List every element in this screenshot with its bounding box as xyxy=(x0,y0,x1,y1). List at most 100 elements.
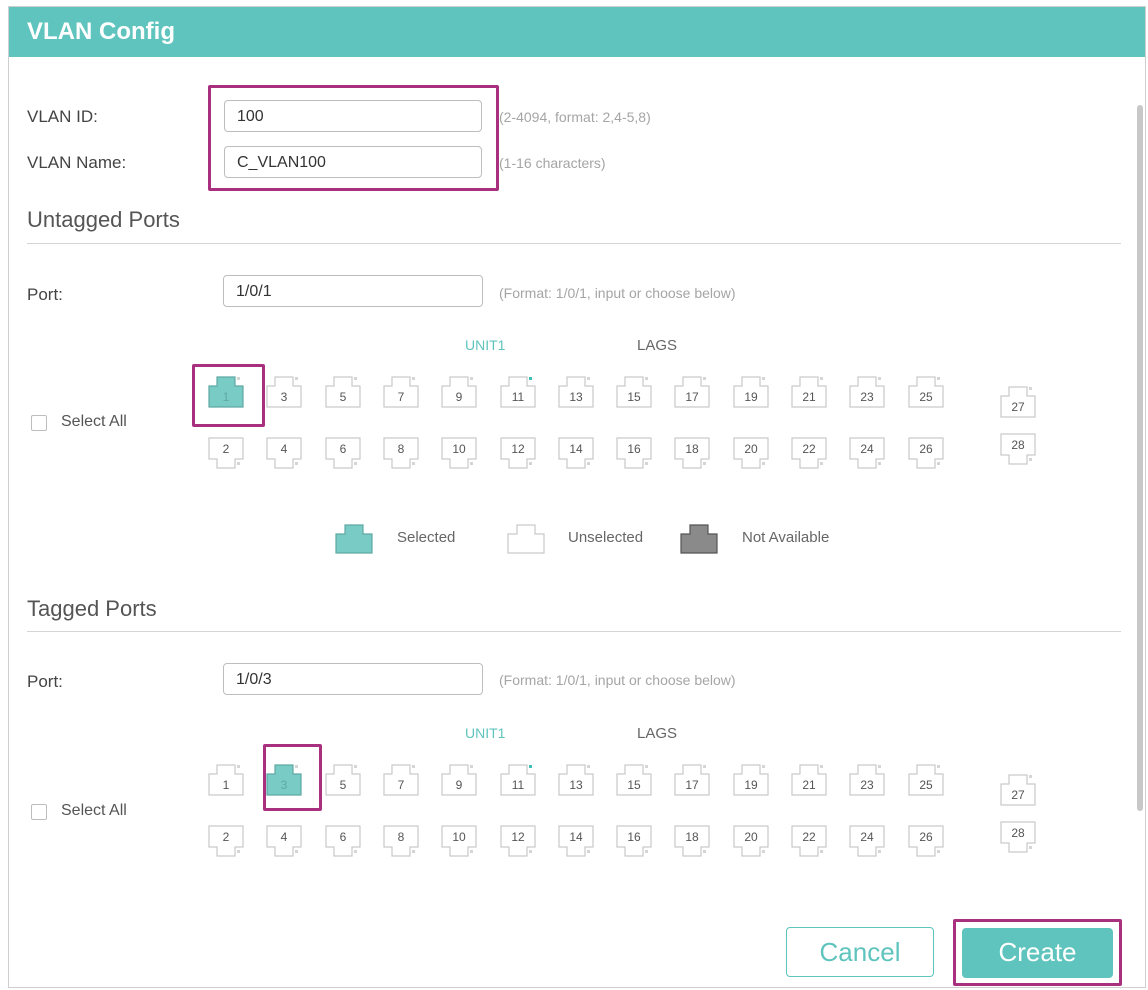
dialog-title: VLAN Config xyxy=(9,7,1145,57)
port-8[interactable]: 8 xyxy=(382,822,420,860)
tagged-port-input[interactable]: 1/0/3 xyxy=(223,663,483,695)
port-20[interactable]: 20 xyxy=(732,434,770,472)
svg-text:3: 3 xyxy=(281,390,288,404)
port-25[interactable]: 25 xyxy=(907,761,945,799)
port-7[interactable]: 7 xyxy=(382,761,420,799)
svg-text:16: 16 xyxy=(627,830,641,844)
svg-text:4: 4 xyxy=(281,830,288,844)
port-24[interactable]: 24 xyxy=(848,822,886,860)
svg-text:14: 14 xyxy=(569,830,583,844)
port-1[interactable]: 1 xyxy=(207,761,245,799)
port-9[interactable]: 9 xyxy=(440,761,478,799)
svg-text:6: 6 xyxy=(339,442,346,456)
port-17[interactable]: 17 xyxy=(673,373,711,411)
port-26[interactable]: 26 xyxy=(907,822,945,860)
svg-text:10: 10 xyxy=(453,442,467,456)
port-25[interactable]: 25 xyxy=(907,373,945,411)
svg-text:16: 16 xyxy=(627,442,641,456)
lag-port-28[interactable]: 28 xyxy=(999,430,1037,468)
port-11[interactable]: 11 xyxy=(499,373,537,411)
port-10[interactable]: 10 xyxy=(440,822,478,860)
svg-text:5: 5 xyxy=(339,778,346,792)
untagged-port-hint: (Format: 1/0/1, input or choose below) xyxy=(499,285,736,301)
untagged-select-all-checkbox[interactable] xyxy=(31,415,47,431)
untagged-port-input[interactable]: 1/0/1 xyxy=(223,275,483,307)
port-19[interactable]: 19 xyxy=(732,761,770,799)
port-14[interactable]: 14 xyxy=(557,822,595,860)
svg-text:2: 2 xyxy=(223,830,230,844)
port-2[interactable]: 2 xyxy=(207,434,245,472)
port-4[interactable]: 4 xyxy=(265,822,303,860)
tagged-ports-title: Tagged Ports xyxy=(27,596,157,621)
port-16[interactable]: 16 xyxy=(615,434,653,472)
tagged-divider xyxy=(27,631,1121,632)
legend-not-available-icon xyxy=(679,519,718,557)
highlight-untagged-port-1 xyxy=(192,364,265,427)
port-12[interactable]: 12 xyxy=(499,822,537,860)
port-8[interactable]: 8 xyxy=(382,434,420,472)
legend-not-available-label: Not Available xyxy=(742,529,830,546)
port-5[interactable]: 5 xyxy=(324,373,362,411)
port-13[interactable]: 13 xyxy=(557,761,595,799)
svg-text:18: 18 xyxy=(686,830,700,844)
highlight-create-button xyxy=(953,919,1122,986)
tagged-unit-label: UNIT1 xyxy=(465,725,506,741)
port-22[interactable]: 22 xyxy=(790,434,828,472)
vlan-config-dialog: VLAN Config VLAN ID: 100 (2-4094, format… xyxy=(8,6,1146,988)
svg-text:22: 22 xyxy=(802,442,816,456)
legend-selected-label: Selected xyxy=(397,529,456,546)
port-9[interactable]: 9 xyxy=(440,373,478,411)
vlan-id-hint: (2-4094, format: 2,4-5,8) xyxy=(499,109,651,125)
lag-port-27[interactable]: 27 xyxy=(999,383,1037,421)
svg-text:6: 6 xyxy=(339,830,346,844)
port-7[interactable]: 7 xyxy=(382,373,420,411)
svg-text:25: 25 xyxy=(919,390,933,404)
port-6[interactable]: 6 xyxy=(324,434,362,472)
svg-text:7: 7 xyxy=(398,390,405,404)
svg-text:15: 15 xyxy=(627,390,641,404)
port-21[interactable]: 21 xyxy=(790,761,828,799)
port-6[interactable]: 6 xyxy=(324,822,362,860)
scrollbar[interactable] xyxy=(1137,105,1143,811)
port-24[interactable]: 24 xyxy=(848,434,886,472)
svg-text:7: 7 xyxy=(398,778,405,792)
port-2[interactable]: 2 xyxy=(207,822,245,860)
port-17[interactable]: 17 xyxy=(673,761,711,799)
cancel-button[interactable]: Cancel xyxy=(786,927,934,977)
svg-text:25: 25 xyxy=(919,778,933,792)
svg-text:15: 15 xyxy=(627,778,641,792)
svg-text:18: 18 xyxy=(686,442,700,456)
svg-text:17: 17 xyxy=(686,390,700,404)
port-21[interactable]: 21 xyxy=(790,373,828,411)
lag-port-28[interactable]: 28 xyxy=(999,818,1037,856)
port-22[interactable]: 22 xyxy=(790,822,828,860)
port-18[interactable]: 18 xyxy=(673,822,711,860)
svg-text:20: 20 xyxy=(744,442,758,456)
svg-text:9: 9 xyxy=(456,390,463,404)
port-19[interactable]: 19 xyxy=(732,373,770,411)
svg-text:10: 10 xyxy=(453,830,467,844)
svg-text:24: 24 xyxy=(861,830,875,844)
port-23[interactable]: 23 xyxy=(848,373,886,411)
port-10[interactable]: 10 xyxy=(440,434,478,472)
port-20[interactable]: 20 xyxy=(732,822,770,860)
port-15[interactable]: 15 xyxy=(615,373,653,411)
port-5[interactable]: 5 xyxy=(324,761,362,799)
port-16[interactable]: 16 xyxy=(615,822,653,860)
vlan-id-label: VLAN ID: xyxy=(27,107,98,126)
port-12[interactable]: 12 xyxy=(499,434,537,472)
port-13[interactable]: 13 xyxy=(557,373,595,411)
port-4[interactable]: 4 xyxy=(265,434,303,472)
port-26[interactable]: 26 xyxy=(907,434,945,472)
tagged-port-label: Port: xyxy=(27,672,63,691)
port-15[interactable]: 15 xyxy=(615,761,653,799)
tagged-select-all-checkbox[interactable] xyxy=(31,804,47,820)
port-18[interactable]: 18 xyxy=(673,434,711,472)
port-11[interactable]: 11 xyxy=(499,761,537,799)
port-23[interactable]: 23 xyxy=(848,761,886,799)
port-14[interactable]: 14 xyxy=(557,434,595,472)
port-3[interactable]: 3 xyxy=(265,373,303,411)
svg-text:26: 26 xyxy=(919,442,933,456)
lag-port-27[interactable]: 27 xyxy=(999,771,1037,809)
svg-text:17: 17 xyxy=(686,778,700,792)
